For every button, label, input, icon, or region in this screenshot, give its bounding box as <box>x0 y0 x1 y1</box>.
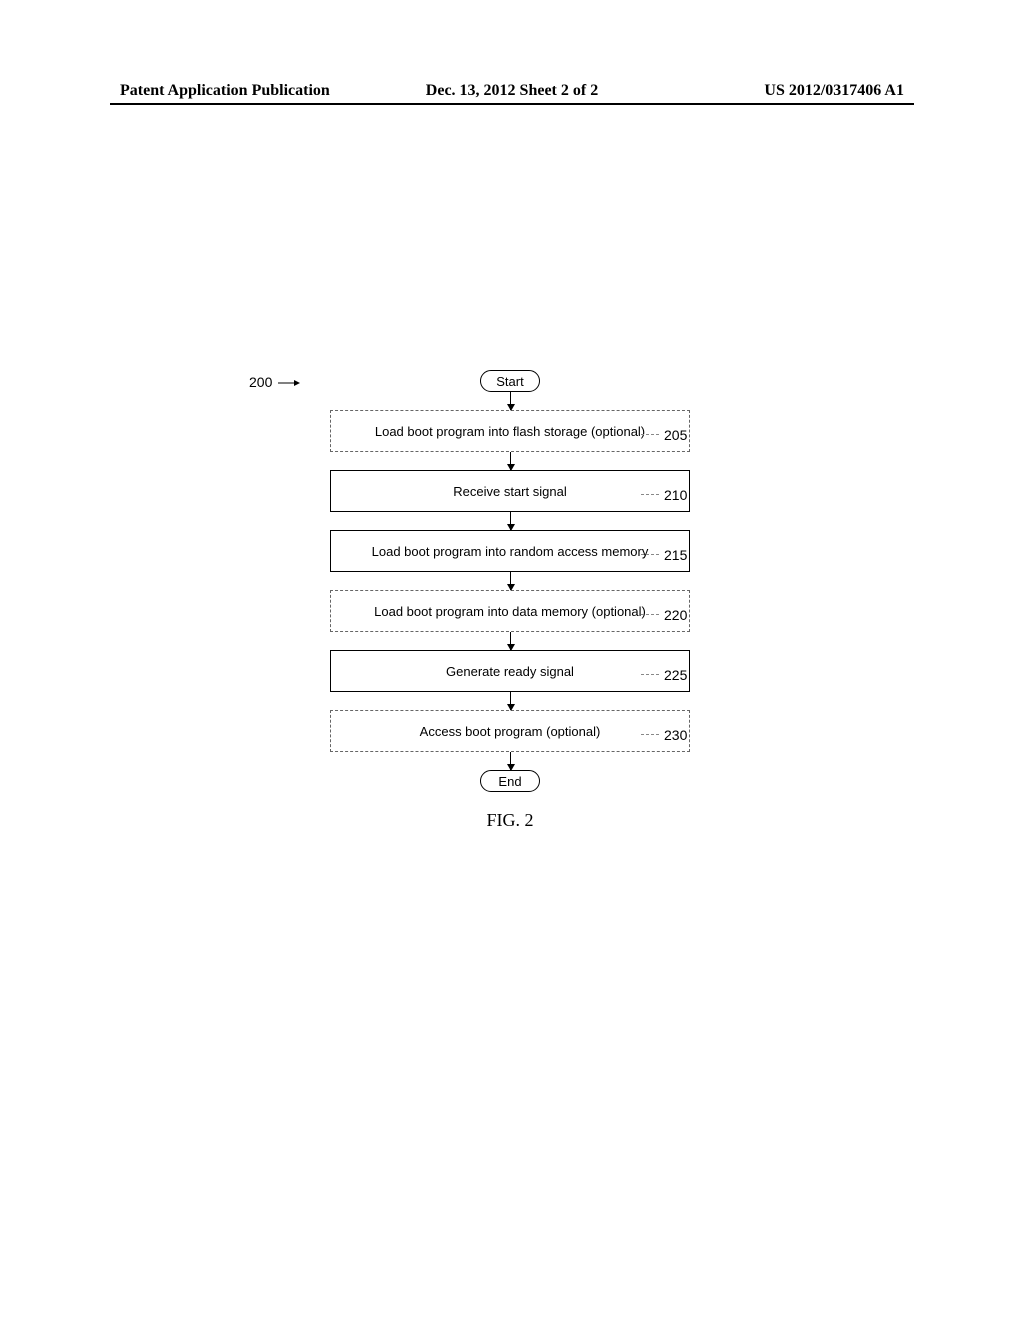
ref-leader-line <box>641 734 659 735</box>
ref-leader-line <box>641 554 659 555</box>
arrow-down-icon <box>510 632 511 650</box>
header-publication-type: Patent Application Publication <box>120 82 381 100</box>
step-reference-210: 210 <box>664 487 687 503</box>
terminal-start: Start <box>480 370 540 392</box>
arrow-down-icon <box>510 572 511 590</box>
arrow-down-icon <box>510 692 511 710</box>
header-date-sheet: Dec. 13, 2012 Sheet 2 of 2 <box>381 82 642 100</box>
step-text: Generate ready signal <box>446 664 574 679</box>
figure-caption: FIG. 2 <box>280 810 740 831</box>
terminal-end: End <box>480 770 540 792</box>
step-text: Load boot program into random access mem… <box>372 544 649 559</box>
arrow-down-icon <box>510 392 511 410</box>
step-box-205: Load boot program into flash storage (op… <box>330 410 690 452</box>
step-reference-220: 220 <box>664 607 687 623</box>
step-box-215: Load boot program into random access mem… <box>330 530 690 572</box>
step-reference-225: 225 <box>664 667 687 683</box>
step-box-225: Generate ready signal <box>330 650 690 692</box>
step-reference-215: 215 <box>664 547 687 563</box>
arrow-down-icon <box>510 512 511 530</box>
arrow-down-icon <box>510 452 511 470</box>
step-text: Load boot program into data memory (opti… <box>374 604 646 619</box>
ref-leader-line <box>641 674 659 675</box>
step-box-230: Access boot program (optional) <box>330 710 690 752</box>
arrow-down-icon <box>510 752 511 770</box>
header-publication-number: US 2012/0317406 A1 <box>643 82 904 100</box>
ref-leader-line <box>641 494 659 495</box>
header-divider <box>110 103 914 105</box>
step-box-220: Load boot program into data memory (opti… <box>330 590 690 632</box>
step-text: Access boot program (optional) <box>420 724 601 739</box>
step-reference-230: 230 <box>664 727 687 743</box>
step-text: Receive start signal <box>453 484 566 499</box>
step-box-210: Receive start signal <box>330 470 690 512</box>
step-text: Load boot program into flash storage (op… <box>375 424 645 439</box>
ref-leader-line <box>641 434 659 435</box>
page-header: Patent Application Publication Dec. 13, … <box>0 82 1024 100</box>
step-reference-205: 205 <box>664 427 687 443</box>
ref-leader-line <box>641 614 659 615</box>
diagram-reference-main-text: 200 <box>249 374 272 390</box>
